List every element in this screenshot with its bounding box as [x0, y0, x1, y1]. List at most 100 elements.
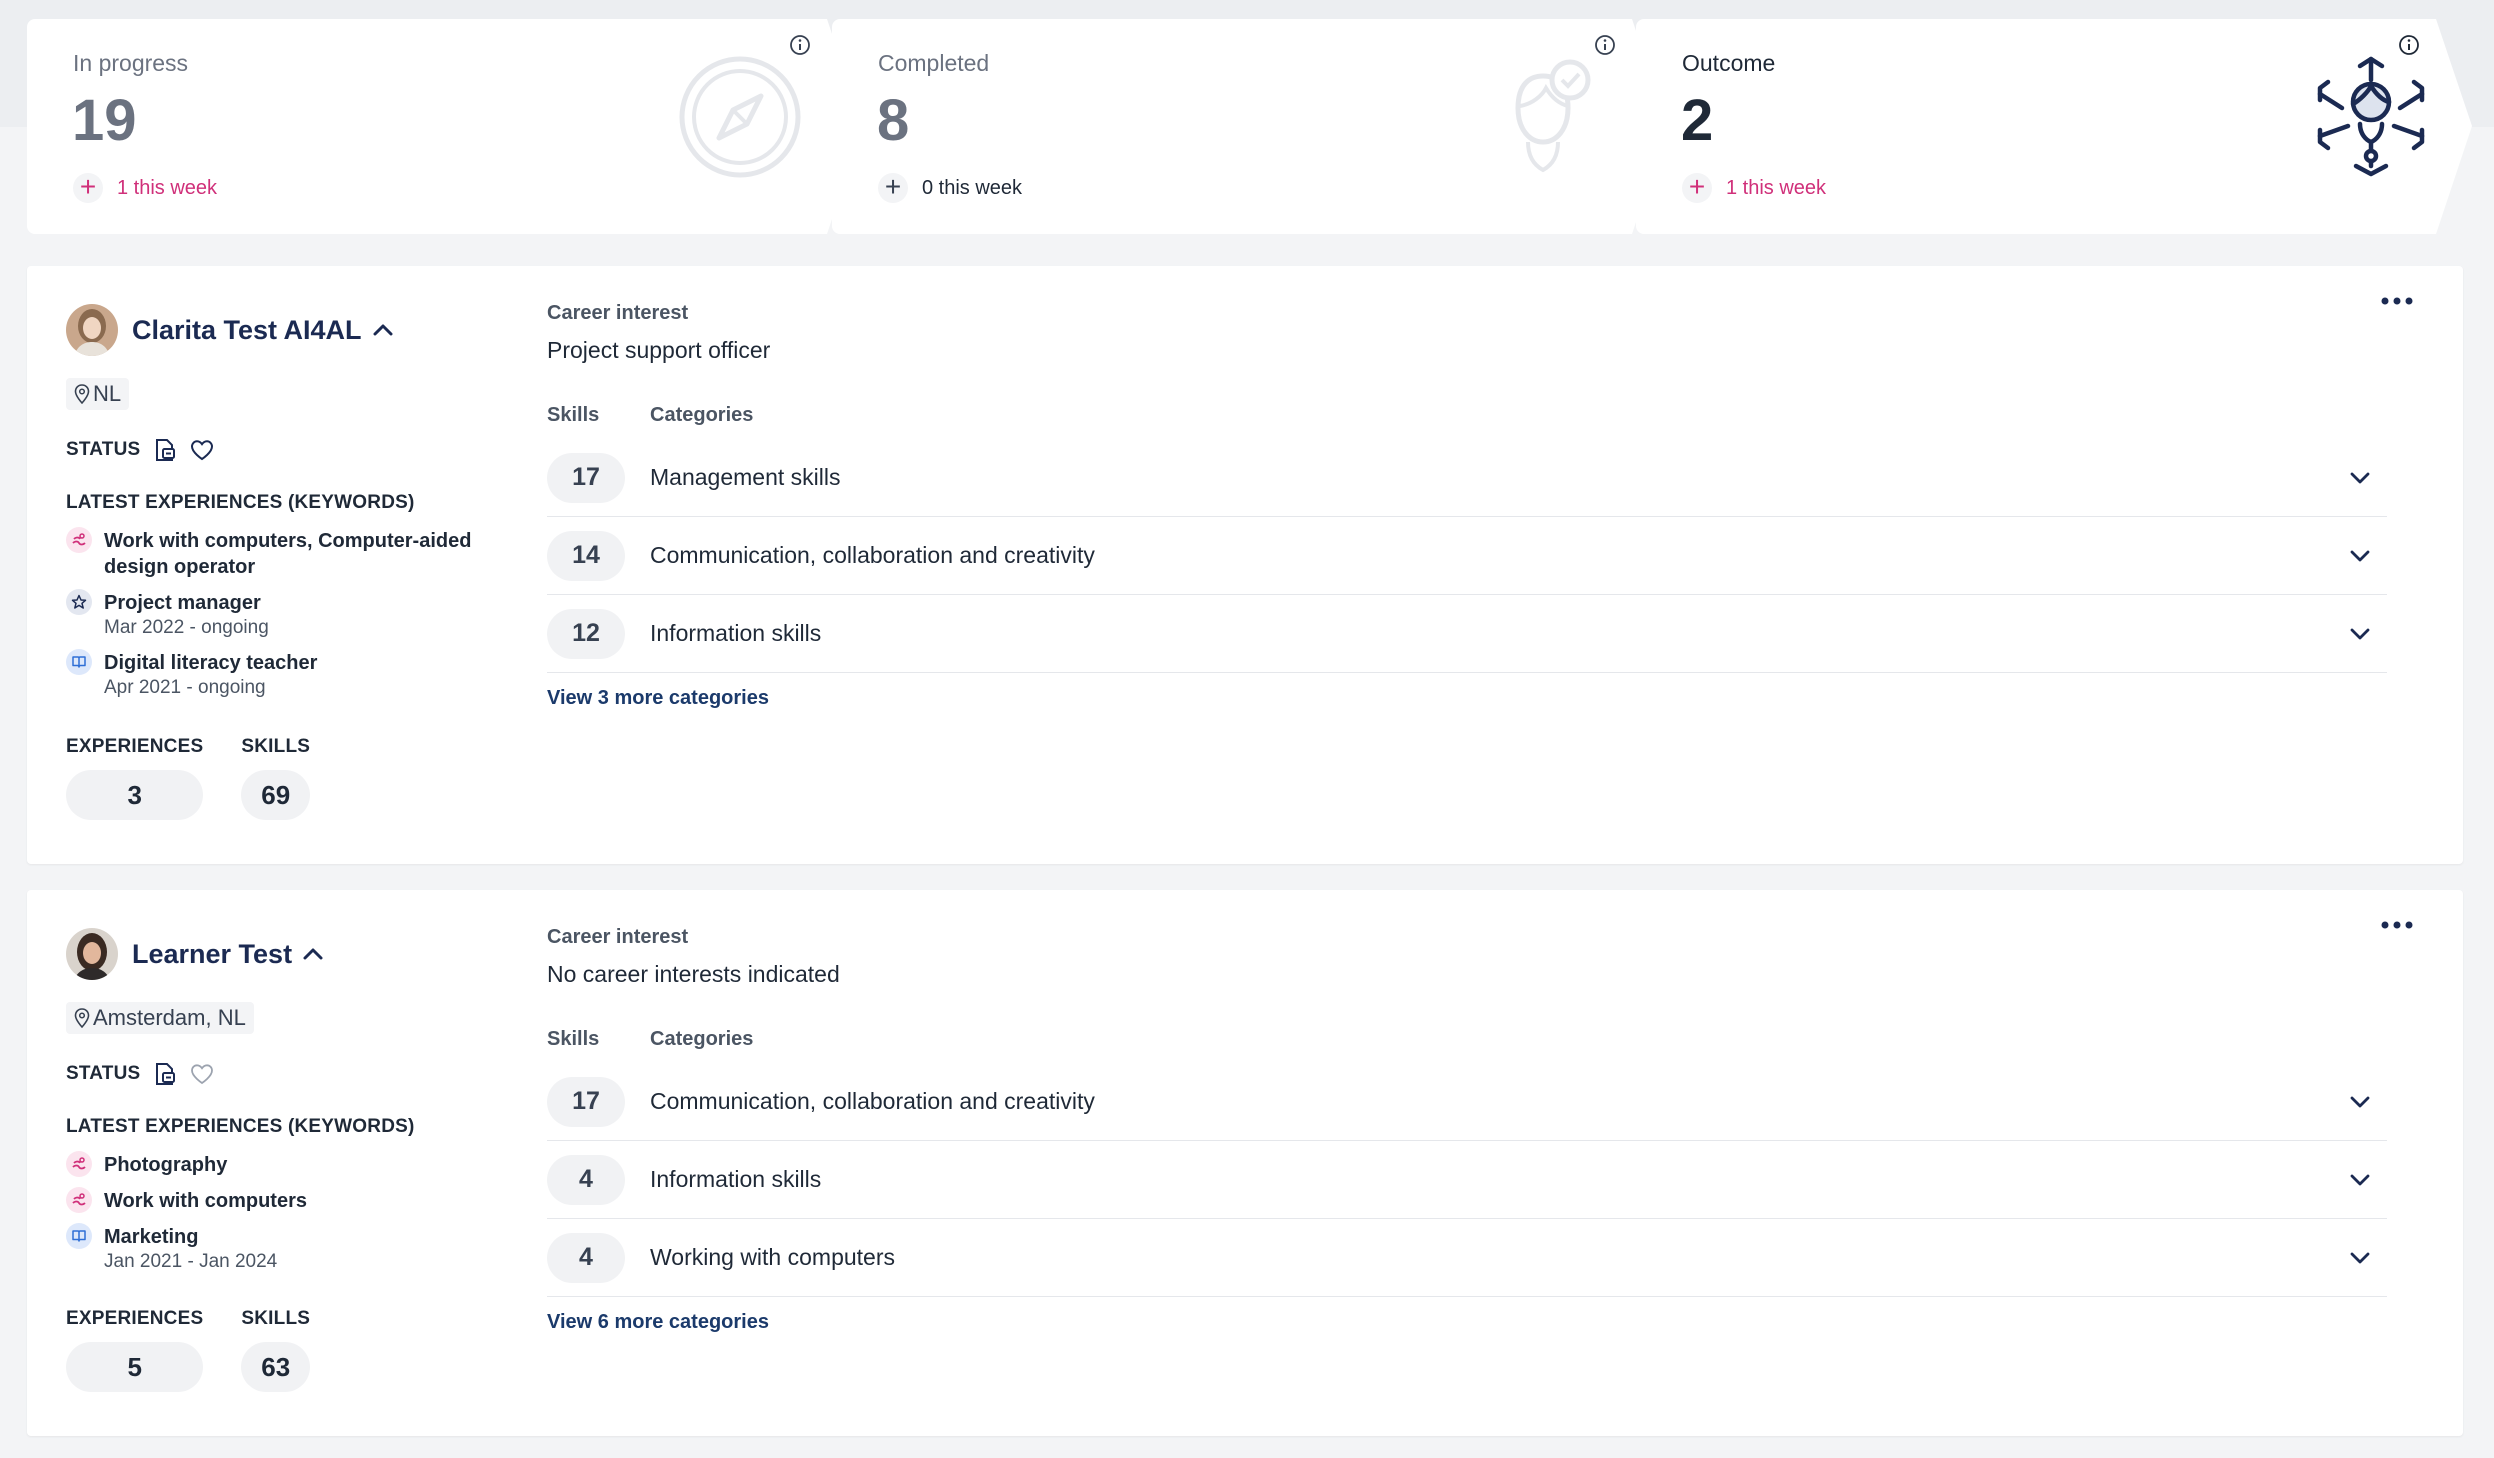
counts-row: EXPERIENCES 3 SKILLS 69 [66, 736, 311, 820]
skills-header: Skills [547, 404, 600, 426]
stat-delta: + 1 this week [73, 173, 217, 203]
stat-delta-text: 1 this week [1726, 176, 1827, 199]
experiences-label: EXPERIENCES [66, 736, 204, 757]
chevron-down-icon[interactable] [2349, 471, 2371, 485]
chevron-down-icon[interactable] [2349, 549, 2371, 563]
status-row: STATUS [66, 1062, 214, 1086]
stat-outcome[interactable]: Outcome 2 + 1 this week [1636, 19, 2472, 234]
experience-title: Project manager [104, 592, 261, 614]
skill-icon [66, 1187, 92, 1213]
experiences-label: EXPERIENCES [66, 1308, 204, 1329]
cv-document-icon[interactable] [154, 1062, 176, 1086]
counts-row: EXPERIENCES 5 SKILLS 63 [66, 1308, 311, 1392]
skills-count[interactable]: 69 [241, 770, 311, 820]
experience-item[interactable]: Work with computers [66, 1187, 506, 1214]
status-label: STATUS [66, 439, 141, 460]
info-icon[interactable] [789, 34, 811, 56]
stat-delta: + 0 this week [878, 173, 1022, 203]
plus-icon: + [878, 173, 908, 203]
book-icon [66, 649, 92, 675]
experience-list: Work with computers, Computer-aided desi… [66, 527, 506, 710]
chevron-down-icon[interactable] [2349, 1251, 2371, 1265]
heart-icon[interactable] [190, 439, 214, 461]
category-list: 17 Management skills 14 Communication, c… [547, 439, 2387, 673]
stat-delta: + 1 this week [1682, 173, 1826, 203]
category-row[interactable]: 4 Information skills [547, 1141, 2387, 1219]
category-count: 4 [547, 1154, 625, 1205]
learner-card: Learner Test Amsterdam, NL STATUS LATEST… [27, 890, 2463, 1436]
stat-completed[interactable]: Completed 8 + 0 this week [832, 19, 1668, 234]
category-count: 17 [547, 452, 625, 503]
skills-label: SKILLS [241, 736, 311, 757]
category-row[interactable]: 14 Communication, collaboration and crea… [547, 517, 2387, 595]
star-icon [66, 589, 92, 615]
view-more-categories-link[interactable]: View 6 more categories [547, 1311, 2387, 1334]
category-count: 12 [547, 608, 625, 659]
cv-document-icon[interactable] [154, 438, 176, 462]
learner-header[interactable]: Clarita Test AI4AL [66, 304, 394, 356]
category-name: Communication, collaboration and creativ… [650, 1088, 1095, 1114]
person-network-icon [2317, 56, 2425, 177]
experience-date: Apr 2021 - ongoing [104, 677, 266, 698]
stat-value: 2 [1681, 88, 1714, 153]
categories-header: Categories [650, 1028, 754, 1050]
chevron-down-icon[interactable] [2349, 1095, 2371, 1109]
avatar [66, 928, 118, 980]
category-row[interactable]: 12 Information skills [547, 595, 2387, 673]
skills-count[interactable]: 63 [241, 1342, 311, 1392]
career-interest-value: No career interests indicated [547, 961, 840, 987]
career-interest-value: Project support officer [547, 337, 771, 363]
skills-label: SKILLS [241, 1308, 311, 1329]
view-more-categories-link[interactable]: View 3 more categories [547, 687, 2387, 710]
learner-name[interactable]: Learner Test [132, 939, 292, 970]
learner-name[interactable]: Clarita Test AI4AL [132, 315, 362, 346]
categories-header: Categories [650, 404, 754, 426]
chevron-down-icon[interactable] [2349, 627, 2371, 641]
stat-value: 8 [877, 88, 910, 153]
learner-card: Clarita Test AI4AL NL STATUS LATEST EXPE… [27, 266, 2463, 864]
chevron-up-icon[interactable] [302, 947, 324, 961]
experience-item[interactable]: Work with computers, Computer-aided desi… [66, 527, 506, 580]
experience-item[interactable]: Photography [66, 1151, 506, 1178]
career-interest-label: Career interest [547, 302, 689, 324]
skills-count-block: SKILLS 69 [241, 736, 311, 820]
info-icon[interactable] [1594, 34, 1616, 56]
category-count: 14 [547, 530, 625, 581]
plus-icon: + [73, 173, 103, 203]
category-name: Information skills [650, 1166, 822, 1192]
experience-date: Jan 2021 - Jan 2024 [104, 1251, 278, 1272]
location-pin-icon [74, 384, 90, 404]
experience-title: Work with computers [104, 1190, 307, 1212]
learner-header[interactable]: Learner Test [66, 928, 324, 980]
skill-icon [66, 527, 92, 553]
experience-title: Work with computers, Computer-aided desi… [104, 530, 472, 578]
stat-value: 19 [72, 88, 137, 153]
experiences-count[interactable]: 3 [66, 770, 204, 820]
stat-label: Completed [878, 50, 990, 76]
location-text: Amsterdam, NL [93, 1005, 246, 1030]
category-row[interactable]: 4 Working with computers [547, 1219, 2387, 1297]
latest-experiences-label: LATEST EXPERIENCES (KEYWORDS) [66, 1116, 415, 1137]
category-list: 17 Communication, collaboration and crea… [547, 1063, 2387, 1297]
location-tag: NL [66, 378, 130, 410]
chevron-down-icon[interactable] [2349, 1173, 2371, 1187]
experience-list: Photography Work with computers Marketin… [66, 1151, 506, 1284]
experience-item[interactable]: Project manager Mar 2022 - ongoing [66, 589, 506, 640]
skill-icon [66, 1151, 92, 1177]
experience-item[interactable]: Marketing Jan 2021 - Jan 2024 [66, 1223, 506, 1274]
info-icon[interactable] [2398, 34, 2420, 56]
chevron-up-icon[interactable] [372, 323, 394, 337]
experiences-count[interactable]: 5 [66, 1342, 204, 1392]
stat-in-progress[interactable]: In progress 19 + 1 this week [27, 19, 863, 234]
category-row[interactable]: 17 Management skills [547, 439, 2387, 517]
category-count: 4 [547, 1232, 625, 1283]
person-check-icon [1515, 59, 1591, 173]
experience-item[interactable]: Digital literacy teacher Apr 2021 - ongo… [66, 649, 506, 700]
avatar [66, 304, 118, 356]
experience-title: Photography [104, 1154, 228, 1176]
heart-icon[interactable] [190, 1063, 214, 1085]
plus-icon: + [1682, 173, 1712, 203]
category-row[interactable]: 17 Communication, collaboration and crea… [547, 1063, 2387, 1141]
category-name: Information skills [650, 620, 822, 646]
category-headers: Skills Categories [547, 1028, 2387, 1051]
